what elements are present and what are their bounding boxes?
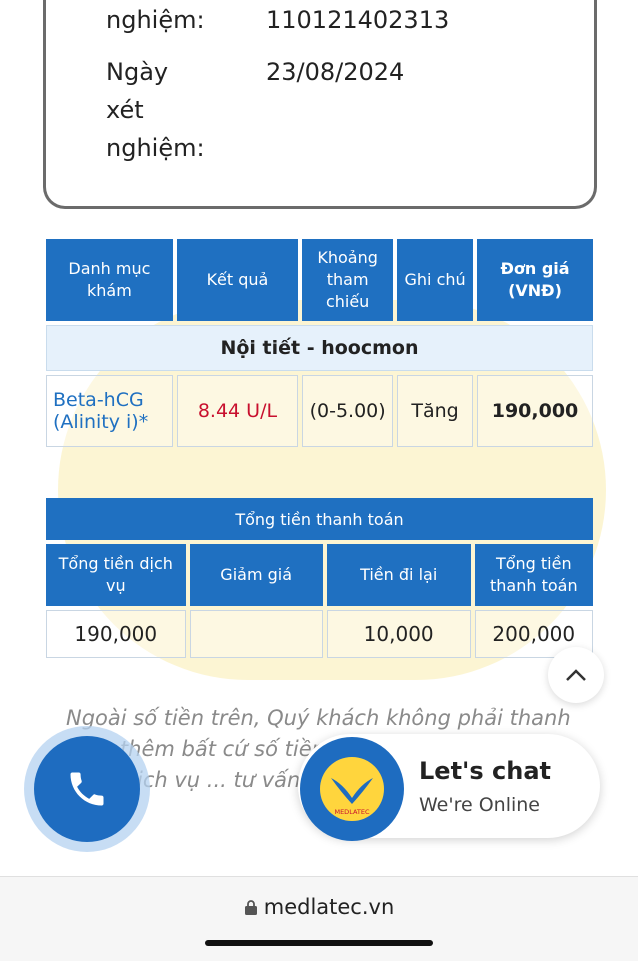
test-note: Tăng [397,375,473,447]
svg-text:MEDLATEC: MEDLATEC [334,808,370,816]
value-discount [189,610,323,658]
group-title: Nội tiết - hoocmon [46,325,593,371]
sample-code-value: 110121402313 [266,6,450,34]
totals-title: Tổng tiền thanh toán [46,498,593,540]
scroll-top-button[interactable] [548,647,604,703]
test-date-value: 23/08/2024 [266,58,405,86]
test-price: 190,000 [477,375,593,447]
chat-status: We're Online [419,794,540,816]
totals-table: Tổng tiền thanh toán Tổng tiền dịch vụ G… [42,494,597,662]
lock-icon [244,900,257,915]
chat-title: Let's chat [419,757,552,785]
value-service-total: 190,000 [46,610,186,658]
call-button[interactable] [34,736,140,842]
header-reference-range: Khoảng tham chiếu [302,239,394,321]
url-text: medlatec.vn [263,895,395,919]
test-date-label-3: nghiệm: [106,134,205,162]
results-table: Danh mục khám Kết quả Khoảng tham chiếu … [42,235,597,451]
test-name[interactable]: Beta-hCG (Alinity i)* [46,375,173,447]
phone-icon [70,772,104,806]
header-service-total: Tổng tiền dịch vụ [46,544,186,606]
test-result: 8.44 U/L [176,375,299,447]
header-note: Ghi chú [397,239,473,321]
sample-code-label: nghiệm: [106,6,205,34]
medlatec-logo: MEDLATEC [300,737,404,841]
value-travel-fee: 10,000 [326,610,471,658]
test-date-label-1: Ngày [106,58,169,86]
header-travel-fee: Tiền đi lại [326,544,471,606]
chevron-up-icon [566,669,586,681]
home-indicator[interactable] [205,940,433,946]
header-discount: Giảm giá [189,544,323,606]
test-date-label-2: xét [106,96,144,124]
header-unit-price: Đơn giá (VNĐ) [477,239,593,321]
url-display[interactable]: medlatec.vn [0,895,638,919]
header-grand-total: Tổng tiền thanh toán [474,544,593,606]
header-category: Danh mục khám [46,239,173,321]
header-result: Kết quả [176,239,299,321]
test-reference-range: (0-5.00) [302,375,394,447]
